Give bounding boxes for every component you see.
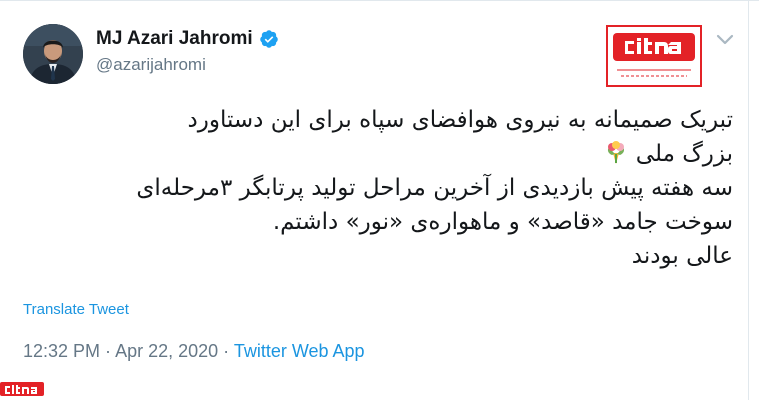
chevron-down-icon[interactable] bbox=[716, 34, 734, 46]
tweet-date[interactable]: Apr 22, 2020 bbox=[115, 341, 218, 361]
tweet-line-3: سه هفته پیش بازدیدی از آخرین مراحل تولید… bbox=[136, 175, 733, 201]
tweet-line-5: عالی بودند bbox=[631, 243, 733, 269]
citna-logo-watermark bbox=[605, 24, 703, 88]
tweet-line-1: تبریک صمیمانه به نیروی هوافضای سپاه برای… bbox=[187, 107, 733, 133]
frame-border-right bbox=[748, 0, 749, 400]
tweet-time[interactable]: 12:32 PM bbox=[23, 341, 100, 361]
user-name-row[interactable]: MJ Azari Jahromi bbox=[96, 28, 279, 50]
avatar-image bbox=[23, 24, 83, 84]
bouquet-icon bbox=[607, 141, 624, 164]
frame-border-top bbox=[0, 0, 759, 1]
meta-separator: · bbox=[218, 341, 234, 361]
meta-separator: · bbox=[100, 341, 116, 361]
avatar[interactable] bbox=[23, 24, 83, 84]
tweet-line-2: بزرگ ملی bbox=[20, 137, 733, 171]
tweet-line-4: سوخت جامد «قاصد» و ماهواره‌ی «نور» داشتم… bbox=[272, 209, 733, 235]
tweet-line-2-text: بزرگ ملی bbox=[635, 141, 733, 167]
citna-logo-small-watermark bbox=[0, 382, 44, 396]
translate-tweet-link[interactable]: Translate Tweet bbox=[23, 301, 129, 318]
tweet-metadata: 12:32 PM · Apr 22, 2020 · Twitter Web Ap… bbox=[23, 341, 365, 362]
tweet-source-app[interactable]: Twitter Web App bbox=[234, 341, 365, 361]
display-name[interactable]: MJ Azari Jahromi bbox=[96, 28, 253, 50]
verified-badge-icon bbox=[259, 30, 278, 48]
tweet-text: تبریک صمیمانه به نیروی هوافضای سپاه برای… bbox=[20, 103, 733, 273]
user-handle[interactable]: @azarijahromi bbox=[96, 55, 206, 75]
